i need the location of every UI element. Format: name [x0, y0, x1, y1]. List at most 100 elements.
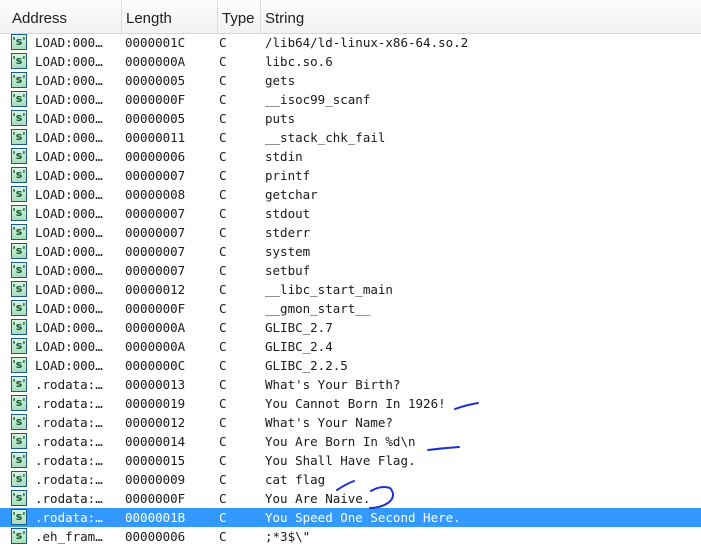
table-row[interactable]: 's' LOAD:000… 00000012 C __libc_start_main	[0, 280, 701, 299]
table-row[interactable]: 's' .rodata:… 00000013 C What's Your Birth?	[0, 375, 701, 394]
cell-length: 00000009	[125, 472, 186, 487]
table-row[interactable]: 's' LOAD:000… 0000000F C __isoc99_scanf	[0, 90, 701, 109]
table-row[interactable]: 's' LOAD:000… 0000000F C __gmon_start__	[0, 299, 701, 318]
cell-address: LOAD:000…	[35, 187, 103, 202]
cell-address: LOAD:000…	[35, 206, 103, 221]
cell-length: 00000007	[125, 263, 186, 278]
cell-length: 00000008	[125, 187, 186, 202]
table-row[interactable]: 's' LOAD:000… 0000001C C/lib64/ld-linux-x86…	[0, 33, 701, 52]
table-row[interactable]: 's' LOAD:000… 00000007 Cstderr	[0, 223, 701, 242]
cell-length: 0000000F	[125, 491, 186, 506]
table-row[interactable]: 's' LOAD:000… 0000000A Clibc.so.6	[0, 52, 701, 71]
string-literal-icon: 's'	[11, 90, 29, 109]
cell-type: C	[219, 206, 227, 221]
cell-string: cat flag	[265, 472, 326, 487]
cell-type: C	[219, 415, 227, 430]
cell-type: C	[219, 92, 227, 107]
cell-type: C	[219, 111, 227, 126]
cell-type: C	[219, 396, 227, 411]
cell-string: GLIBC_2.2.5	[265, 358, 348, 373]
cell-length: 0000001C	[125, 35, 186, 50]
string-literal-icon: 's'	[11, 451, 29, 470]
cell-type: C	[219, 358, 227, 373]
cell-string: You Are Born In %d\n	[265, 434, 416, 449]
cell-string: What's Your Name?	[265, 415, 393, 430]
cell-length: 00000012	[125, 282, 186, 297]
table-row[interactable]: 's' LOAD:000… 00000011 C __stack_chk_fail	[0, 128, 701, 147]
string-literal-icon: 's'	[11, 489, 29, 508]
cell-length: 00000005	[125, 111, 186, 126]
table-row[interactable]: 's' LOAD:000… 00000008 Cgetchar	[0, 185, 701, 204]
table-row[interactable]: 's' .rodata:… 00000019 C You Cannot Born In …	[0, 394, 701, 413]
table-row[interactable]: 's' .rodata:… 00000014 C You Are Born In %d\…	[0, 432, 701, 451]
string-literal-icon: 's'	[11, 318, 29, 337]
cell-type: C	[219, 282, 227, 297]
table-row[interactable]: 's' LOAD:000… 00000005 Cputs	[0, 109, 701, 128]
string-literal-icon: 's'	[11, 243, 27, 259]
table-row[interactable]: 's' .rodata:… 00000012 C What's Your Name?	[0, 413, 701, 432]
cell-address: LOAD:000…	[35, 149, 103, 164]
cell-string: gets	[265, 73, 296, 88]
cell-string: printf	[265, 168, 311, 183]
string-literal-icon: 's'	[11, 204, 29, 223]
string-literal-icon: 's'	[11, 242, 29, 261]
cell-length: 00000006	[125, 149, 186, 164]
table-row[interactable]: 's' LOAD:000… 00000007 Cstdout	[0, 204, 701, 223]
string-literal-icon: 's'	[11, 299, 29, 318]
string-literal-icon: 's'	[11, 147, 29, 166]
cell-address: LOAD:000…	[35, 339, 103, 354]
string-literal-icon: 's'	[11, 262, 27, 278]
table-row[interactable]: 's' LOAD:000… 00000005 Cgets	[0, 71, 701, 90]
string-literal-icon: 's'	[11, 414, 27, 430]
cell-string: You Cannot Born In 1926!	[265, 396, 446, 411]
table-row[interactable]: 's' LOAD:000… 00000007 Csystem	[0, 242, 701, 261]
column-header-string[interactable]: String	[261, 0, 701, 33]
column-header-address[interactable]: Address	[8, 0, 122, 33]
table-row[interactable]: 's' LOAD:000… 00000007 Cprintf	[0, 166, 701, 185]
string-literal-icon: 's'	[11, 167, 27, 183]
string-literal-icon: 's'	[11, 357, 27, 373]
string-literal-icon: 's'	[11, 395, 27, 411]
string-literal-icon: 's'	[11, 394, 29, 413]
table-row[interactable]: 's' .rodata:… 0000000F C You Are Naive.	[0, 489, 701, 508]
cell-type: C	[219, 510, 227, 525]
cell-address: .rodata:…	[35, 396, 103, 411]
cell-address: .rodata:…	[35, 491, 103, 506]
cell-length: 0000001B	[125, 510, 186, 525]
table-row[interactable]: 's' LOAD:000… 00000007 Csetbuf	[0, 261, 701, 280]
cell-address: LOAD:000…	[35, 73, 103, 88]
string-literal-icon: 's'	[11, 53, 27, 69]
cell-type: C	[219, 73, 227, 88]
cell-string: stdout	[265, 206, 311, 221]
cell-length: 00000011	[125, 130, 186, 145]
cell-type: C	[219, 225, 227, 240]
cell-string: /lib64/ld-linux-x86-64.so.2	[265, 35, 469, 50]
cell-type: C	[219, 320, 227, 335]
cell-type: C	[219, 339, 227, 354]
table-row[interactable]: 's' LOAD:000… 0000000A C GLIBC_2.7	[0, 318, 701, 337]
cell-type: C	[219, 434, 227, 449]
table-row[interactable]: 's' .rodata:… 00000009 Ccat flag	[0, 470, 701, 489]
cell-type: C	[219, 453, 227, 468]
column-header-length[interactable]: Length	[122, 0, 218, 33]
table-row[interactable]: 's' LOAD:000… 0000000C C GLIBC_2.2.5	[0, 356, 701, 375]
cell-length: 0000000F	[125, 301, 186, 316]
string-literal-icon: 's'	[11, 281, 27, 297]
string-literal-icon: 's'	[11, 128, 29, 147]
cell-length: 00000007	[125, 206, 186, 221]
table-row[interactable]: 's' LOAD:000… 0000000A C GLIBC_2.4	[0, 337, 701, 356]
table-row[interactable]: 's' LOAD:000… 00000006 Cstdin	[0, 147, 701, 166]
string-literal-icon: 's'	[11, 528, 27, 544]
cell-type: C	[219, 472, 227, 487]
cell-address: LOAD:000…	[35, 320, 103, 335]
cell-string: __libc_start_main	[265, 282, 393, 297]
table-row[interactable]: 's' .rodata:… 00000015 C You Shall Have Flag…	[0, 451, 701, 470]
cell-length: 00000007	[125, 225, 186, 240]
string-literal-icon: 's'	[11, 376, 27, 392]
table-row[interactable]: 's' .eh_fram… 00000006 C ;*3$\"	[0, 527, 701, 546]
cell-length: 00000007	[125, 244, 186, 259]
table-row[interactable]: 's' .rodata:… 0000001B C You Speed One Secon…	[0, 508, 701, 527]
column-header-type[interactable]: Type	[218, 0, 261, 33]
cell-length: 00000014	[125, 434, 186, 449]
cell-string: getchar	[265, 187, 318, 202]
